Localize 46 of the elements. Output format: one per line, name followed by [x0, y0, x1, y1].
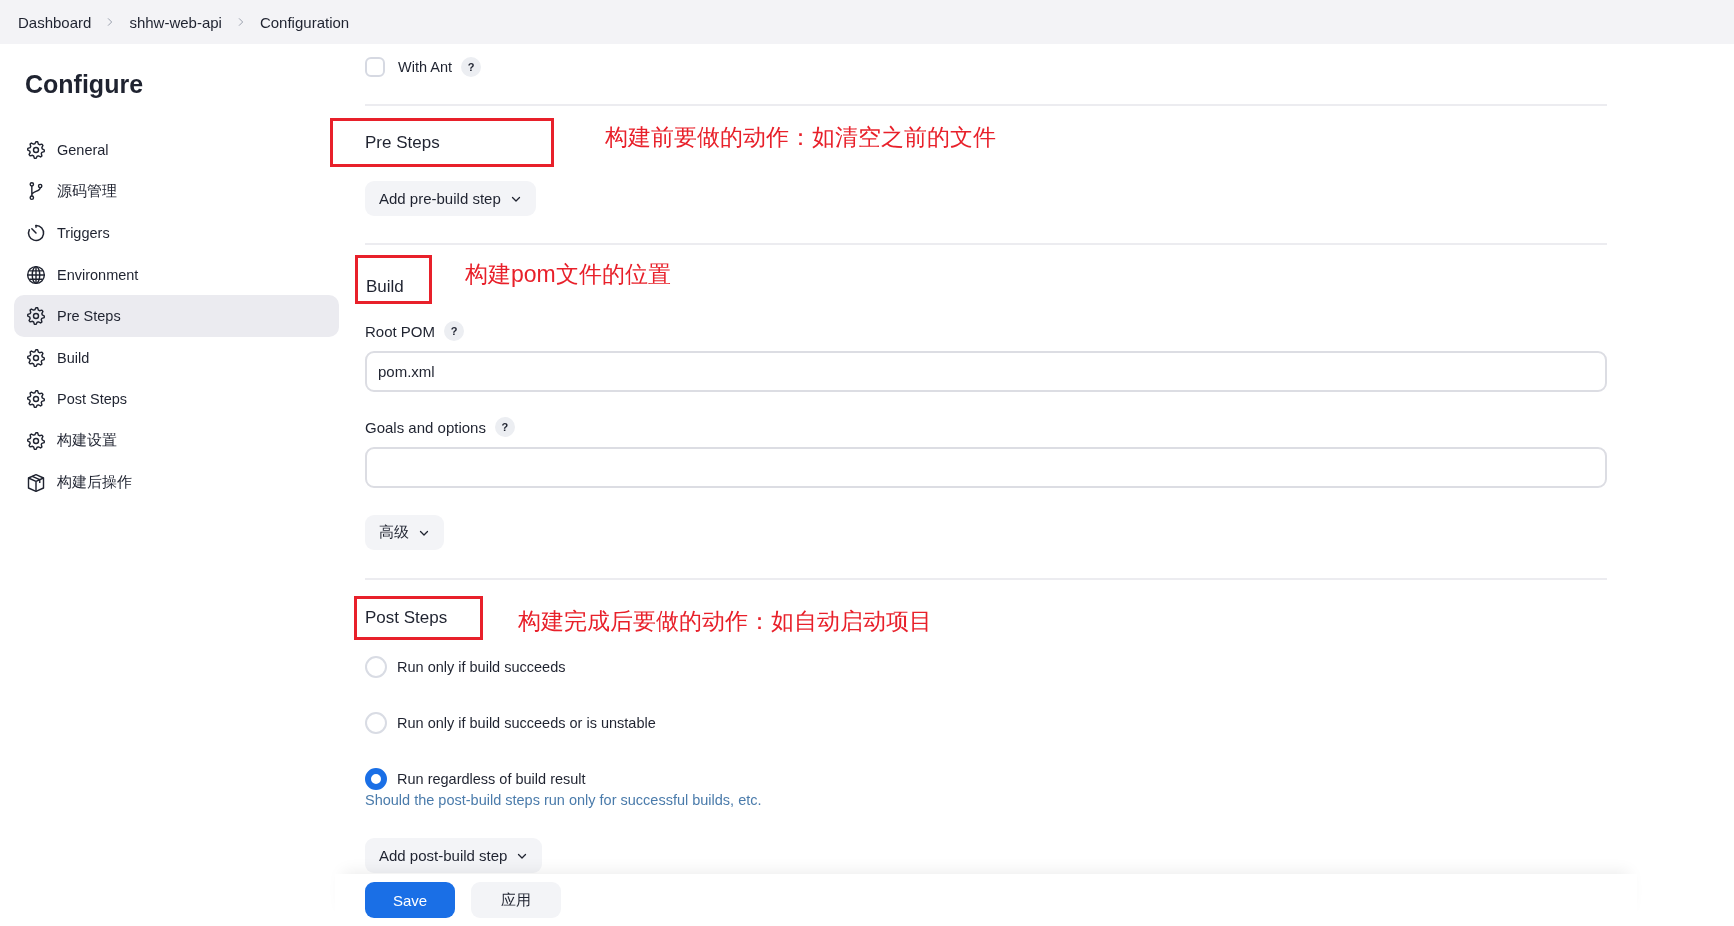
text-field[interactable]	[365, 447, 1607, 488]
dropdown-button[interactable]: Add pre-build step	[365, 181, 536, 216]
sidebar-item[interactable]: Post Steps	[14, 378, 339, 421]
breadcrumb-link[interactable]: shhw-web-api	[129, 13, 222, 31]
save-button[interactable]: Save	[365, 882, 455, 918]
sidebar-item[interactable]: Environment	[14, 253, 339, 296]
gear-icon	[26, 430, 46, 451]
text-field[interactable]: pom.xml	[365, 351, 1607, 392]
gear-icon	[26, 139, 46, 160]
package-icon	[26, 472, 46, 493]
gear-icon	[26, 347, 46, 368]
section-heading: Build	[366, 276, 404, 297]
help-button[interactable]: ?	[494, 417, 515, 437]
sidebar-item[interactable]: Triggers	[14, 212, 339, 254]
checkbox-label: With Ant	[398, 59, 452, 75]
sidebar-item[interactable]: Pre Steps	[14, 295, 339, 337]
gear-icon	[26, 306, 46, 327]
sidebar-item[interactable]: Build	[14, 336, 339, 379]
help-button[interactable]: ?	[461, 57, 481, 77]
annotation-text: 构建完成后要做的动作：如自动启动项目	[518, 606, 932, 636]
breadcrumb-link[interactable]: Dashboard	[18, 13, 92, 31]
field-label: Root POM	[365, 322, 436, 340]
radio-button[interactable]	[365, 768, 387, 790]
globe-icon	[26, 264, 46, 285]
dropdown-button[interactable]: 高级	[365, 515, 444, 550]
annotation-text: 构建前要做的动作：如清空之前的文件	[605, 123, 996, 152]
sidebar-item[interactable]: 构建设置	[14, 420, 339, 462]
sidebar-item[interactable]: General	[14, 129, 339, 171]
gear-icon	[26, 389, 46, 410]
section-heading: Pre Steps	[365, 132, 440, 153]
sidebar-item[interactable]: 构建后操作	[14, 461, 339, 504]
annotation-text: 构建pom文件的位置	[465, 260, 671, 289]
apply-button[interactable]: 应用	[471, 882, 561, 918]
help-button[interactable]: ?	[444, 321, 465, 341]
timer-icon	[26, 223, 46, 243]
radio-label: Run only if build succeeds or is unstable	[397, 715, 656, 731]
help-text: Should the post-build steps run only for successful builds, etc.	[365, 792, 762, 808]
breadcrumb-link[interactable]: Configuration	[259, 13, 350, 31]
sidebar-item[interactable]: 源码管理	[14, 170, 339, 213]
radio-label: Run only if build succeeds	[397, 659, 566, 675]
page-title: Configure	[25, 69, 145, 100]
dropdown-button[interactable]: Add post-build step	[365, 838, 543, 873]
checkbox[interactable]	[365, 57, 385, 77]
section-heading: Post Steps	[365, 608, 448, 628]
radio-label: Run regardless of build result	[397, 771, 586, 787]
field-label: Goals and options	[365, 418, 486, 436]
